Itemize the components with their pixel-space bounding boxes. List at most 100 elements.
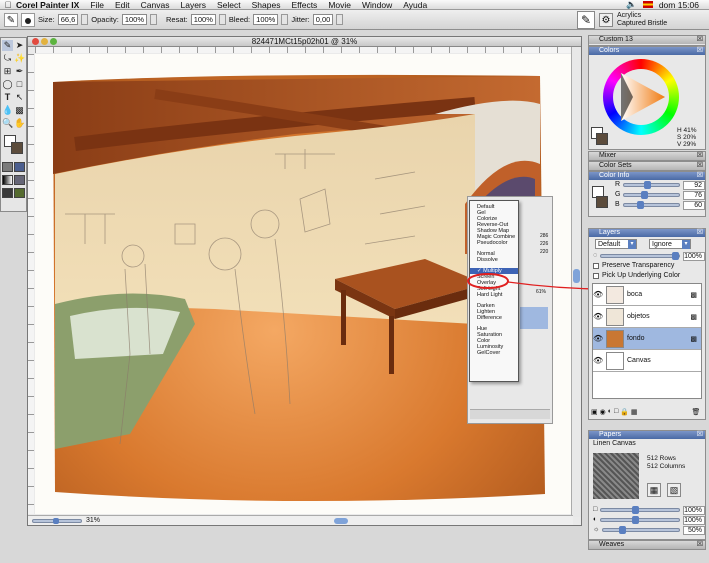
color-sets-panel-title[interactable]: Color Sets ☒ bbox=[589, 162, 705, 170]
color-info-panel-title[interactable]: Color Info ☒ bbox=[589, 172, 705, 180]
layers-panel-label: Layers bbox=[599, 229, 621, 236]
paper-sliders: □ 100% ◐ 100% ☼ 50% bbox=[589, 505, 705, 535]
eye-icon[interactable]: 👁 bbox=[593, 312, 603, 321]
close-icon[interactable]: ☒ bbox=[697, 431, 703, 439]
paper-scale-value[interactable]: 100% bbox=[683, 505, 705, 515]
pick-up-underlying-checkbox[interactable] bbox=[593, 273, 599, 279]
green-slider-knob[interactable] bbox=[640, 191, 648, 199]
layer-type-icon: ▩ bbox=[690, 291, 697, 299]
blue-slider[interactable] bbox=[622, 201, 680, 209]
invert-paper-icon[interactable]: ▧ bbox=[667, 483, 681, 497]
eye-icon[interactable]: 👁 bbox=[593, 290, 603, 299]
blue-value[interactable]: 60 bbox=[683, 200, 705, 210]
preserve-transparency-checkbox[interactable] bbox=[593, 263, 599, 269]
layer-mask-icon[interactable]: ◐ bbox=[608, 408, 612, 416]
colors-panel: Colors ☒ H 41% S 20% V 29% bbox=[588, 46, 706, 150]
paper-name: Linen Canvas bbox=[593, 440, 636, 447]
paper-brightness-value[interactable]: 50% bbox=[683, 525, 705, 535]
group-icon[interactable]: ▦ bbox=[631, 408, 638, 416]
paper-scale-slider[interactable] bbox=[600, 506, 680, 514]
red-slider[interactable] bbox=[623, 181, 680, 189]
color-info-panel: Color Info ☒ R 92 G 76 B 60 bbox=[588, 171, 706, 217]
mixer-panel: Mixer ☒ bbox=[588, 151, 706, 161]
paper-brightness-row: ☼ 50% bbox=[589, 525, 705, 535]
eye-icon[interactable]: 👁 bbox=[593, 356, 603, 365]
hsv-readout: H 41% S 20% V 29% bbox=[677, 127, 697, 148]
saturation-value-triangle[interactable] bbox=[615, 71, 667, 123]
chevron-down-icon: ▾ bbox=[682, 240, 690, 249]
close-icon[interactable]: ☒ bbox=[697, 172, 703, 180]
layer-item[interactable]: 👁 boca ▩ bbox=[593, 284, 701, 306]
layer-opacity-row: ◌ 100% bbox=[589, 251, 705, 261]
color-sets-panel: Color Sets ☒ bbox=[588, 161, 706, 171]
paper-contrast-value[interactable]: 100% bbox=[683, 515, 705, 525]
dynamic-plugins-icon[interactable]: ◉ bbox=[600, 408, 606, 416]
new-layer-icon[interactable]: □ bbox=[614, 408, 618, 416]
close-icon[interactable]: ☒ bbox=[697, 229, 703, 237]
hue-ring[interactable] bbox=[603, 59, 679, 135]
close-icon[interactable]: ☒ bbox=[697, 541, 703, 549]
blue-label: B bbox=[615, 201, 620, 208]
weaves-panel-title[interactable]: Weaves ☒ bbox=[589, 541, 705, 549]
pick-up-underlying-row[interactable]: Pick Up Underlying Color bbox=[589, 271, 705, 281]
layer-opacity-knob[interactable] bbox=[672, 252, 679, 260]
preserve-transparency-row[interactable]: Preserve Transparency bbox=[589, 261, 705, 271]
layer-list: 👁 boca ▩ 👁 objetos ▩ 👁 fondo ▩ 👁 Canvas bbox=[592, 283, 702, 399]
green-slider[interactable] bbox=[623, 191, 680, 199]
paper-name-row[interactable]: Linen Canvas bbox=[589, 439, 705, 449]
layer-name: Canvas bbox=[627, 357, 651, 364]
preserve-transparency-label: Preserve Transparency bbox=[602, 262, 675, 269]
weaves-panel-label: Weaves bbox=[599, 541, 625, 548]
layer-type-icon: ▩ bbox=[690, 313, 697, 321]
green-value[interactable]: 76 bbox=[683, 190, 705, 200]
blue-row: B 60 bbox=[611, 200, 705, 210]
layer-item[interactable]: 👁 Canvas bbox=[593, 350, 701, 372]
composite-method-value: Default bbox=[598, 241, 621, 248]
layer-thumbnail bbox=[606, 329, 624, 348]
papers-panel-title[interactable]: Papers ☒ bbox=[589, 431, 705, 439]
trash-icon[interactable]: 🗑 bbox=[692, 408, 701, 416]
layer-name: objetos bbox=[627, 313, 650, 320]
red-value[interactable]: 92 bbox=[683, 180, 705, 190]
lock-icon[interactable]: 🔒 bbox=[620, 408, 629, 416]
additional-color-swatch[interactable] bbox=[596, 133, 608, 145]
layer-commands-icon[interactable]: ▣ bbox=[591, 408, 598, 416]
composite-method-dropdown[interactable]: Default ▾ bbox=[595, 239, 637, 249]
paper-scale-knob[interactable] bbox=[632, 506, 640, 514]
layers-composite-row: Default ▾ Ignore ▾ bbox=[589, 237, 705, 251]
make-paper-icon[interactable]: ▦ bbox=[647, 483, 661, 497]
paper-dims: 512 Rows 512 Columns bbox=[647, 455, 685, 471]
layer-item[interactable]: 👁 objetos ▩ bbox=[593, 306, 701, 328]
blue-slider-knob[interactable] bbox=[636, 201, 644, 209]
hsv-h: H 41% bbox=[677, 127, 697, 134]
paper-brightness-knob[interactable] bbox=[618, 526, 626, 534]
close-icon[interactable]: ☒ bbox=[697, 162, 703, 170]
hsv-s: S 20% bbox=[677, 134, 697, 141]
red-slider-knob[interactable] bbox=[643, 181, 651, 189]
close-icon[interactable]: ☒ bbox=[697, 36, 703, 44]
layer-name: fondo bbox=[627, 335, 645, 342]
color-info-swatch-back[interactable] bbox=[596, 196, 608, 208]
paper-rows: 512 Rows bbox=[647, 455, 676, 462]
custom-palette: Custom 13 ☒ bbox=[588, 35, 706, 46]
colors-panel-title[interactable]: Colors ☒ bbox=[589, 47, 705, 55]
layer-item-selected[interactable]: 👁 fondo ▩ bbox=[593, 328, 701, 350]
layer-opacity-slider[interactable] bbox=[600, 252, 680, 260]
layer-opacity-value[interactable]: 100% bbox=[683, 251, 705, 261]
composite-depth-dropdown[interactable]: Ignore ▾ bbox=[649, 239, 691, 249]
mixer-panel-title[interactable]: Mixer ☒ bbox=[589, 152, 705, 160]
brightness-icon: ☼ bbox=[593, 526, 600, 533]
close-icon[interactable]: ☒ bbox=[697, 47, 703, 55]
layers-toolbar: ▣ ◉ ◐ □ 🔒 ▦ 🗑 bbox=[591, 408, 700, 416]
paper-contrast-slider[interactable] bbox=[600, 516, 680, 524]
paper-brightness-slider[interactable] bbox=[602, 526, 680, 534]
custom-palette-title[interactable]: Custom 13 ☒ bbox=[589, 36, 705, 44]
paper-columns: 512 Columns bbox=[647, 463, 686, 470]
paper-contrast-knob[interactable] bbox=[632, 516, 640, 524]
color-sets-panel-label: Color Sets bbox=[599, 162, 632, 169]
close-icon[interactable]: ☒ bbox=[697, 152, 703, 160]
eye-icon[interactable]: 👁 bbox=[593, 334, 603, 343]
paper-swatch[interactable] bbox=[593, 453, 639, 499]
paper-contrast-row: ◐ 100% bbox=[589, 515, 705, 525]
layers-panel-title[interactable]: Layers ☒ bbox=[589, 229, 705, 237]
